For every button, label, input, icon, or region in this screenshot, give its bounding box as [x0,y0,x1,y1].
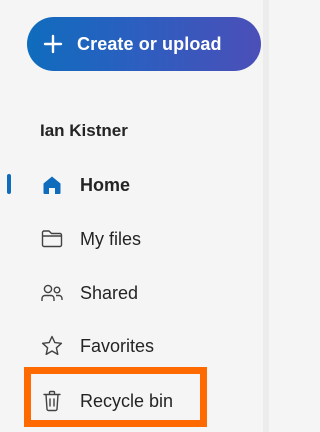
panel-edge [263,0,269,432]
people-icon [40,281,64,305]
nav-item-recycle-bin[interactable]: Recycle bin [40,386,173,416]
nav-item-shared[interactable]: Shared [40,278,138,308]
plus-icon [43,34,63,54]
nav-item-label: Shared [80,282,139,303]
active-indicator [7,174,11,194]
home-icon [40,173,64,197]
user-name: Ian Kistner [40,121,128,140]
nav-item-favorites[interactable]: Favorites [40,331,154,361]
nav-item-label: My files [80,228,142,249]
trash-icon [40,389,64,413]
star-icon [40,334,64,358]
create-or-upload-button[interactable]: Create or upload [27,17,261,71]
create-or-upload-label: Create or upload [77,33,222,54]
folder-icon [40,227,64,251]
nav-item-my-files[interactable]: My files [40,224,141,254]
nav-item-label: Favorites [80,335,155,356]
nav-item-label: Home [80,174,131,195]
nav-item-home[interactable]: Home [40,170,130,200]
nav-item-label: Recycle bin [80,390,174,411]
